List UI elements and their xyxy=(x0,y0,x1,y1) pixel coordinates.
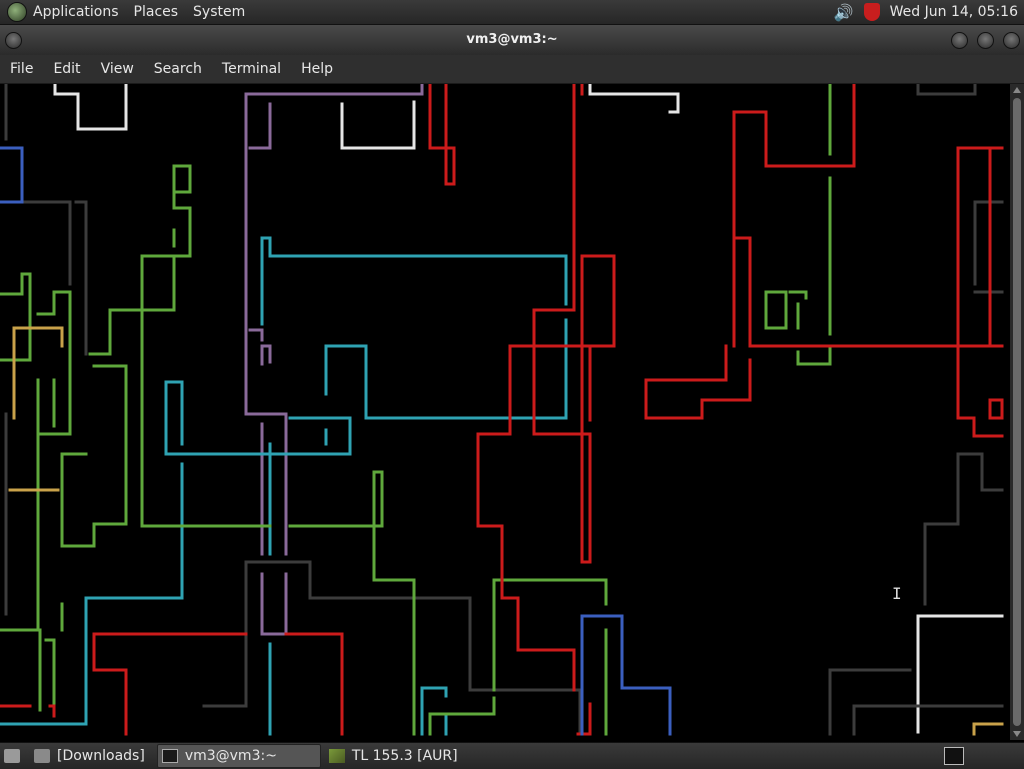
close-button[interactable] xyxy=(1003,32,1020,49)
terminal-output[interactable] xyxy=(0,84,1010,740)
top-panel: Applications Places System 🔊 Wed Jun 14,… xyxy=(0,0,1024,25)
scroll-up-icon[interactable] xyxy=(1013,87,1021,93)
task-label: [Downloads] xyxy=(57,748,145,764)
task-label: vm3@vm3:~ xyxy=(184,748,277,764)
maximize-button[interactable] xyxy=(977,32,994,49)
menu-edit[interactable]: Edit xyxy=(53,61,80,77)
terminal-icon xyxy=(161,749,178,763)
task-label: TL 155.3 [AUR] xyxy=(351,748,458,764)
menu-search[interactable]: Search xyxy=(154,61,202,77)
terminal-menubar: File Edit View Search Terminal Help xyxy=(0,55,1024,84)
speaker-icon[interactable]: 🔊 xyxy=(834,3,854,22)
pipes-drawing xyxy=(0,84,1004,736)
scroll-down-icon[interactable] xyxy=(1013,731,1021,737)
menu-file[interactable]: File xyxy=(10,61,33,77)
task-downloads[interactable]: [Downloads] xyxy=(30,745,153,767)
bottom-taskbar: [Downloads] vm3@vm3:~ TL 155.3 [AUR] xyxy=(0,742,1024,769)
menu-view[interactable]: View xyxy=(101,61,134,77)
window-titlebar[interactable]: vm3@vm3:~ xyxy=(0,25,1024,55)
menu-terminal[interactable]: Terminal xyxy=(222,61,281,77)
window-title: vm3@vm3:~ xyxy=(466,32,558,47)
menu-help[interactable]: Help xyxy=(301,61,333,77)
clock[interactable]: Wed Jun 14, 05:16 xyxy=(890,4,1018,20)
system-menu[interactable]: System xyxy=(193,4,245,20)
task-tl-aur[interactable]: TL 155.3 [AUR] xyxy=(325,745,466,767)
show-desktop-icon[interactable] xyxy=(4,749,20,763)
terminal-scrollbar[interactable] xyxy=(1010,84,1024,740)
applications-menu[interactable]: Applications xyxy=(33,4,119,20)
places-menu[interactable]: Places xyxy=(134,4,179,20)
task-terminal[interactable]: vm3@vm3:~ xyxy=(156,744,321,768)
workspace-switcher-icon[interactable] xyxy=(944,747,964,765)
minimize-button[interactable] xyxy=(951,32,968,49)
package-icon xyxy=(328,749,345,763)
distro-logo-icon[interactable] xyxy=(7,2,27,22)
scrollbar-thumb[interactable] xyxy=(1013,98,1021,726)
security-shield-icon[interactable] xyxy=(863,3,880,21)
text-cursor-icon: I xyxy=(892,584,902,603)
folder-icon xyxy=(34,749,50,763)
